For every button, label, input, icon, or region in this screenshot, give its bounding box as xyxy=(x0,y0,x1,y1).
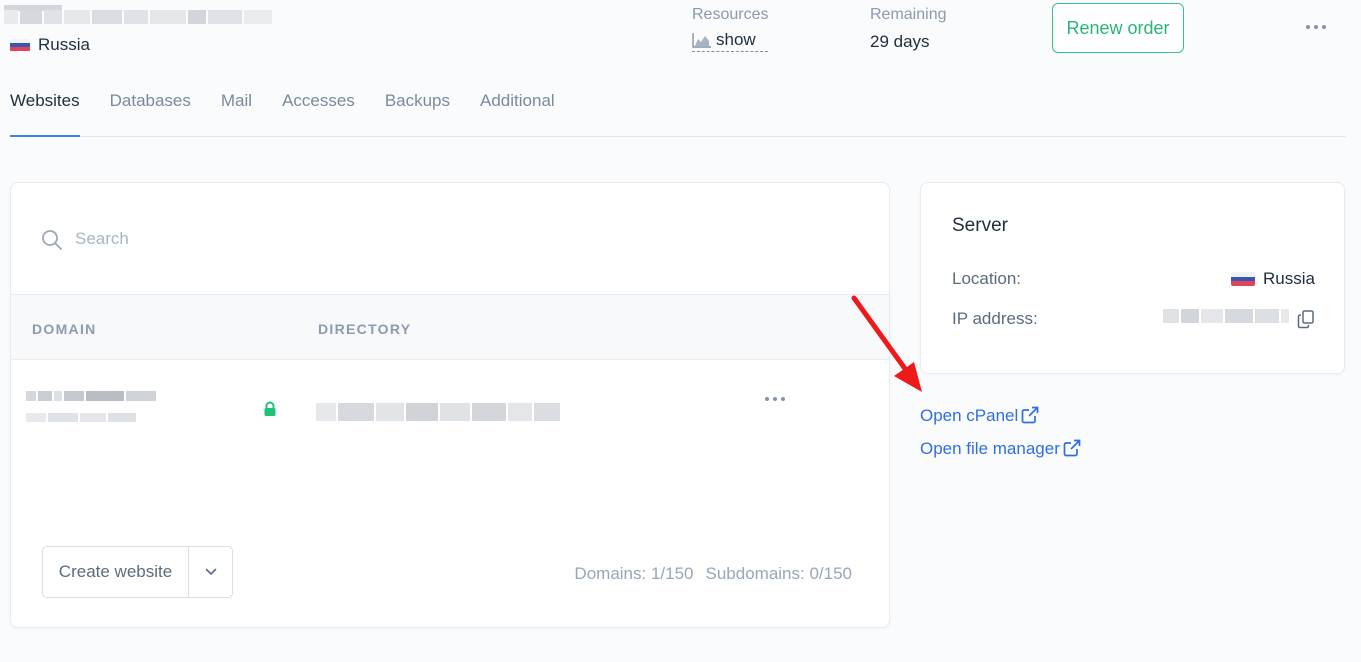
column-domain: DOMAIN xyxy=(32,321,97,337)
directory-redacted xyxy=(316,403,562,421)
domains-count: Domains: 1/150 xyxy=(574,564,694,583)
russia-flag-icon xyxy=(10,38,30,52)
domain-sub-redacted xyxy=(26,413,138,431)
server-location-value: Russia xyxy=(1263,269,1315,288)
domain-redacted xyxy=(26,391,158,409)
server-location-label: Location: xyxy=(952,269,1021,288)
websites-card: DOMAIN DIRECTORY Create website Domains:… xyxy=(10,182,890,628)
header-location: Russia xyxy=(10,35,90,55)
create-website-dropdown[interactable] xyxy=(189,547,232,597)
tab-additional[interactable]: Additional xyxy=(480,90,555,137)
chevron-down-icon xyxy=(205,568,216,576)
create-website-button[interactable]: Create website xyxy=(43,547,189,597)
table-header: DOMAIN DIRECTORY xyxy=(11,295,889,360)
area-chart-icon xyxy=(692,33,711,48)
remaining-label: Remaining xyxy=(870,6,947,23)
subdomains-count: Subdomains: 0/150 xyxy=(705,564,853,583)
annotation-arrow-icon xyxy=(851,295,922,392)
renew-order-button[interactable]: Renew order xyxy=(1052,3,1184,53)
russia-flag-icon xyxy=(1231,272,1256,286)
server-title: Server xyxy=(952,215,1008,236)
resources-label: Resources xyxy=(692,6,769,23)
table-row[interactable] xyxy=(11,361,889,461)
server-card: Server Location: Russia IP address: xyxy=(920,182,1345,374)
open-cpanel-label: Open cPanel xyxy=(920,406,1019,425)
usage-counts: Domains: 1/150 Subdomains: 0/150 xyxy=(574,564,852,584)
tab-accesses[interactable]: Accesses xyxy=(282,90,355,137)
account-name-redacted-line xyxy=(4,10,276,30)
resources-show-text: show xyxy=(716,30,756,49)
row-more-icon[interactable] xyxy=(765,397,785,401)
external-link-icon xyxy=(1021,406,1039,423)
server-ip-label: IP address: xyxy=(952,309,1038,328)
create-website-group: Create website xyxy=(42,546,233,598)
column-directory: DIRECTORY xyxy=(318,321,412,337)
tab-databases[interactable]: Databases xyxy=(110,90,191,137)
remaining-block: Remaining 29 days xyxy=(870,6,946,52)
open-cpanel-link[interactable]: Open cPanel xyxy=(920,406,1081,426)
tab-mail[interactable]: Mail xyxy=(221,90,252,137)
copy-icon[interactable] xyxy=(1297,309,1315,329)
external-link-icon xyxy=(1063,439,1081,456)
resources-block: Resources show xyxy=(692,6,769,52)
search-bar xyxy=(11,183,889,295)
open-file-manager-label: Open file manager xyxy=(920,439,1060,458)
search-icon xyxy=(42,230,62,250)
resources-show-link[interactable]: show xyxy=(692,30,769,52)
header-more-icon[interactable] xyxy=(1302,15,1330,39)
tab-websites[interactable]: Websites xyxy=(10,90,80,137)
tab-backups[interactable]: Backups xyxy=(385,90,450,137)
server-location-row: Location: Russia xyxy=(952,269,1315,289)
remaining-value: 29 days xyxy=(870,32,930,51)
open-file-manager-link[interactable]: Open file manager xyxy=(920,439,1081,459)
server-ip-row: IP address: xyxy=(952,309,1315,329)
tab-bar: Websites Databases Mail Accesses Backups… xyxy=(10,90,1346,137)
server-links: Open cPanel Open file manager xyxy=(920,406,1081,472)
search-input[interactable] xyxy=(75,223,675,255)
ip-redacted xyxy=(1163,309,1291,329)
ssl-lock-icon xyxy=(264,401,276,416)
header-location-label: Russia xyxy=(38,35,90,54)
